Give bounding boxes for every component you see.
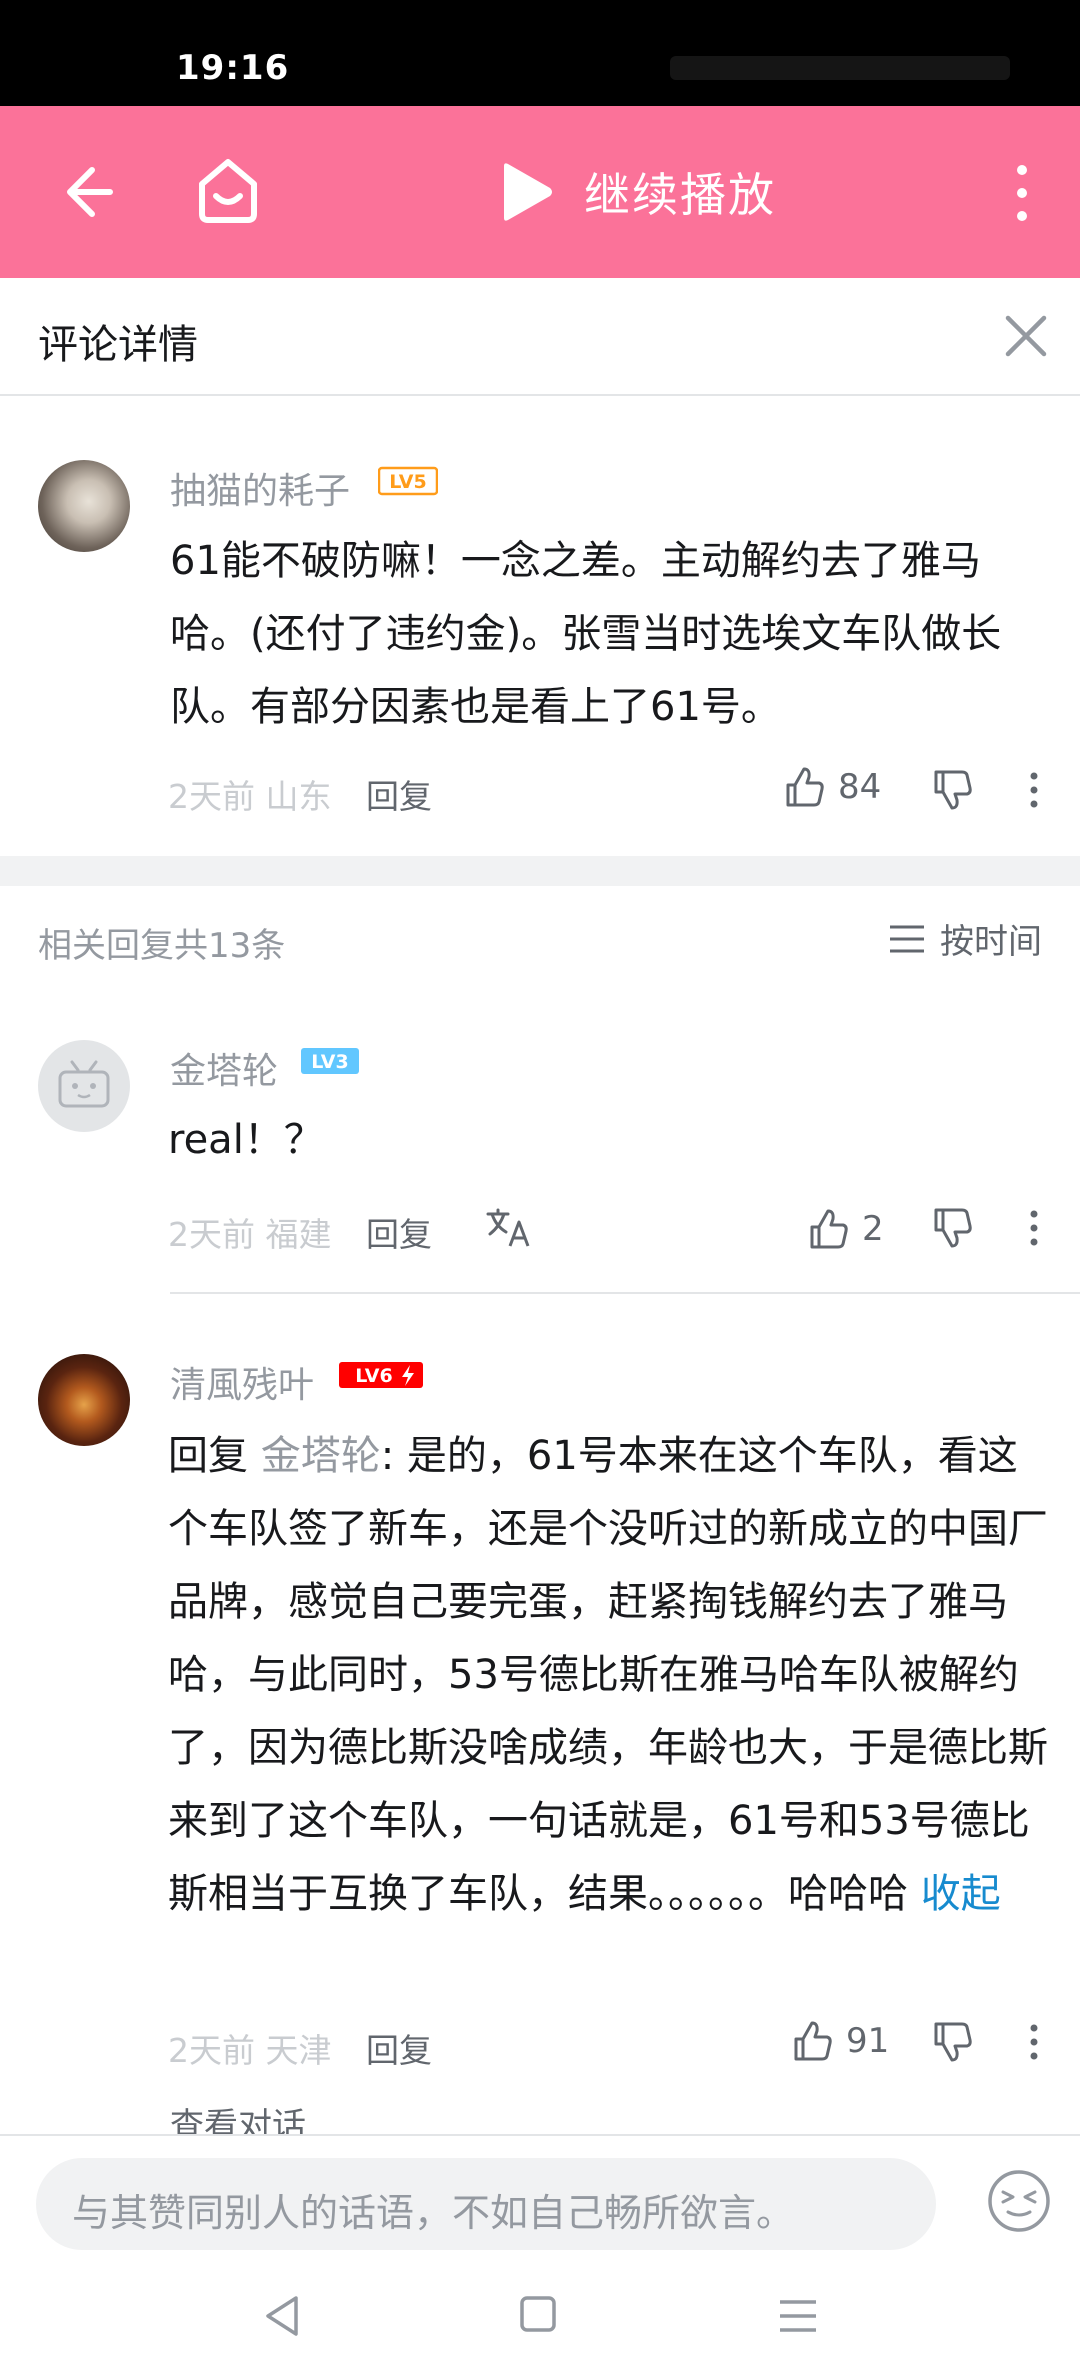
thumb-down-icon[interactable] bbox=[930, 768, 974, 812]
reply-button[interactable]: 回复 bbox=[366, 770, 432, 818]
comment-detail-header: 评论详情 bbox=[0, 278, 1080, 396]
comment-input-bar: 与其赞同别人的话语，不如自己畅所欲言。 bbox=[0, 2134, 1080, 2272]
like-count: 84 bbox=[838, 767, 882, 807]
status-time: 19:16 bbox=[176, 48, 290, 88]
thumb-down-icon[interactable] bbox=[930, 2020, 974, 2064]
input-placeholder: 与其赞同别人的话语，不如自己畅所欲言。 bbox=[72, 2191, 795, 2235]
like-button[interactable]: 91 bbox=[790, 2016, 889, 2066]
play-icon bbox=[504, 163, 552, 221]
avatar[interactable] bbox=[38, 1354, 130, 1446]
sort-list-icon bbox=[890, 925, 924, 952]
svg-text:LV5: LV5 bbox=[389, 471, 426, 493]
svg-text:LV3: LV3 bbox=[311, 1051, 348, 1073]
comment-content: 61能不破防嘛！一念之差。主动解约去了雅马哈。(还付了违约金)。张雪当时选埃文车… bbox=[170, 538, 1002, 730]
like-count: 91 bbox=[846, 2021, 890, 2061]
replies-count: 相关回复共13条 bbox=[38, 926, 286, 966]
thumb-up-icon bbox=[810, 1209, 848, 1249]
sort-label: 按时间 bbox=[940, 922, 1042, 962]
level-badge: LV3 bbox=[301, 1048, 359, 1074]
avatar[interactable] bbox=[38, 1040, 130, 1132]
back-arrow-icon[interactable] bbox=[52, 156, 124, 228]
section-divider bbox=[0, 856, 1080, 886]
reply-button[interactable]: 回复 bbox=[366, 2024, 432, 2072]
reply-text: : 是的，61号本来在这个车队，看这个车队签了新车，还是个没听过的新成立的中国厂… bbox=[168, 1433, 1048, 1917]
reply-prefix: 回复 bbox=[168, 1433, 261, 1479]
home-icon[interactable] bbox=[190, 152, 266, 228]
row-divider bbox=[170, 1292, 1080, 1294]
comment-username[interactable]: 抽猫的耗子 bbox=[170, 462, 350, 514]
more-vertical-icon[interactable] bbox=[1022, 768, 1046, 812]
sort-button[interactable]: 按时间 bbox=[888, 914, 1042, 963]
continue-play-label: 继续播放 bbox=[584, 168, 776, 222]
thumb-up-icon bbox=[786, 767, 824, 807]
top-app-bar: 继续播放 bbox=[0, 106, 1080, 278]
reply-username[interactable]: 清風残叶 bbox=[170, 1356, 314, 1408]
translate-icon[interactable] bbox=[486, 1208, 532, 1248]
like-count: 2 bbox=[862, 1209, 884, 1249]
close-icon[interactable] bbox=[996, 306, 1056, 366]
emoji-icon[interactable] bbox=[986, 2168, 1052, 2234]
more-vertical-icon[interactable] bbox=[1022, 1206, 1046, 1250]
default-avatar-icon bbox=[58, 1060, 110, 1108]
avatar[interactable] bbox=[38, 460, 130, 552]
thumb-down-icon[interactable] bbox=[930, 1206, 974, 1250]
comment-input[interactable]: 与其赞同别人的话语，不如自己畅所欲言。 bbox=[36, 2158, 936, 2250]
more-vertical-icon[interactable] bbox=[1002, 158, 1042, 228]
level-badge: LV6 bbox=[339, 1362, 423, 1388]
nav-home-icon[interactable] bbox=[518, 2294, 558, 2334]
reply-meta-time: 2天前 天津 bbox=[168, 2031, 332, 2070]
like-button[interactable]: 84 bbox=[782, 762, 881, 812]
like-button[interactable]: 2 bbox=[806, 1204, 884, 1254]
status-icons bbox=[670, 56, 1010, 80]
thumb-up-icon bbox=[794, 2021, 832, 2061]
status-bar: 19:16 bbox=[0, 0, 1080, 106]
reply-content: real！？ bbox=[168, 1117, 324, 1163]
collapse-link[interactable]: 收起 bbox=[921, 1871, 1001, 1917]
level-badge: LV5 bbox=[378, 466, 438, 496]
svg-text:LV6: LV6 bbox=[355, 1365, 392, 1387]
more-vertical-icon[interactable] bbox=[1022, 2020, 1046, 2064]
reply-username[interactable]: 金塔轮 bbox=[170, 1042, 278, 1094]
continue-play-button[interactable]: 继续播放 bbox=[496, 156, 776, 228]
mentioned-user-link[interactable]: 金塔轮 bbox=[261, 1433, 381, 1479]
nav-back-icon[interactable] bbox=[262, 2294, 302, 2338]
reply-meta-time: 2天前 福建 bbox=[168, 1215, 332, 1254]
system-nav-bar bbox=[0, 2272, 1080, 2360]
reply-button[interactable]: 回复 bbox=[366, 1208, 432, 1256]
page-title: 评论详情 bbox=[38, 322, 198, 368]
comment-meta-time: 2天前 山东 bbox=[168, 777, 332, 816]
nav-menu-icon[interactable] bbox=[776, 2298, 820, 2334]
reply-content: 回复 金塔轮: 是的，61号本来在这个车队，看这个车队签了新车，还是个没听过的新… bbox=[168, 1420, 1048, 1931]
